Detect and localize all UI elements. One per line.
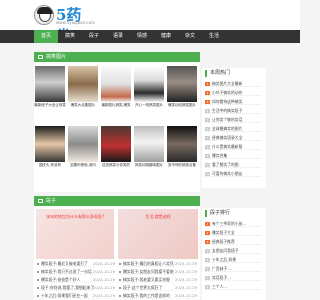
hot-item[interactable]: 8 什么是搞笑最新版 (205, 143, 261, 150)
hot-item[interactable]: 2 小伙子搞笑的动作 (205, 89, 261, 96)
gallery-more-link[interactable]: 更多 (190, 53, 198, 61)
gallery-thumb[interactable] (134, 126, 164, 162)
gallery-caption[interactable]: 如果你是她,请问 (67, 163, 99, 168)
nav-item-life[interactable]: 生活 (202, 30, 226, 43)
gallery-thumb[interactable] (35, 126, 65, 162)
main-nav: 首页 搞笑 段子 语录 情感 健康 杂文 生活 (0, 30, 300, 43)
gallery-thumb[interactable] (35, 66, 65, 102)
rank-item[interactable]: 3 经典段子推荐 (205, 238, 261, 245)
hot-item[interactable]: 10 看了都笑了的图 (205, 161, 261, 168)
jokes-panel: 段子 更多 冰冰的钱包为什么有那么多现金? 生活,就是这样 爆笑段子:最近又被老… (34, 196, 200, 300)
rank-item[interactable]: 6 广西妹子... (205, 265, 261, 272)
gallery-caption[interactable]: 国庆头,有没有 (34, 163, 66, 168)
news-item[interactable]: 搞笑段子:我老婆又要买衣服 2024-10-29 (119, 276, 197, 283)
gallery-thumb[interactable] (134, 66, 164, 102)
news-item[interactable]: 十年之后:如果我们还在一起 2024-10-29 (37, 292, 115, 299)
hot-item[interactable]: 3 如何看待这种搞笑 (205, 98, 261, 105)
hot-item[interactable]: 4 生活中的搞笑段子 (205, 107, 261, 114)
gallery-caption[interactable]: 爆笑动态搞笑图片 (166, 103, 198, 108)
nav-item-quotes[interactable]: 语录 (106, 30, 130, 43)
feature-image-left[interactable]: 冰冰的钱包为什么有那么多现金? (36, 209, 114, 259)
nav-item-jokes[interactable]: 段子 (82, 30, 106, 43)
feature-image-right[interactable]: 生活,就是这样 (118, 209, 198, 259)
rank-item[interactable]: 4 女朋友问我段子 (205, 247, 261, 254)
feature-title: 生活,就是这样 (145, 214, 171, 219)
gallery-title: 搞笑图片 (46, 54, 67, 60)
nav-item-essay[interactable]: 杂文 (178, 30, 202, 43)
rank-item[interactable]: 8 三个人... (205, 283, 261, 290)
logo-subtitle: www.5yaojuan.com (56, 20, 95, 25)
jokes-header: 段子 (34, 196, 200, 206)
news-item[interactable]: 搞笑段子:我的工作是这样的 2024-10-29 (119, 292, 197, 299)
gallery-thumb[interactable] (101, 66, 131, 102)
rank-sidebar: 段子排行 1 有个三爷家的小孩... 2 爆笑段子大全 3 经典段子推荐 4 女朋友问我… (202, 208, 266, 300)
gallery-caption[interactable]: 最新段子大全让你笑 (34, 103, 66, 108)
hot-sidebar: 本周热门 1 搞笑图片大全最新 2 小伙子搞笑的动作 3 如何看待这种搞笑 4 生活中的… (202, 68, 266, 188)
gallery-thumb[interactable] (68, 126, 98, 162)
news-item[interactable]: 爆笑段子:最近又被老婆打了 2024-10-29 (37, 260, 115, 267)
image-icon (38, 55, 43, 59)
jokes-more-link[interactable]: 更多 (190, 197, 198, 205)
jokes-title: 段子 (46, 198, 57, 204)
gallery-caption[interactable]: 最新图片搞笑,爆笑 (100, 103, 132, 108)
hot-item[interactable]: 11 可爱的搞笑小朋友 (205, 170, 261, 177)
news-item[interactable]: 爆笑段子:爸爸是个好人 2024-10-29 (37, 276, 115, 283)
news-item[interactable]: 段子:你别说,我懂了,我想起来了 2024-10-29 (37, 284, 115, 291)
rank-title: 段子排行 (205, 210, 230, 217)
site-logo[interactable]: 5药卷 www.5yaojuan.com (34, 5, 96, 45)
header: 5药卷 www.5yaojuan.com (0, 0, 300, 45)
nav-item-funny[interactable]: 搞笑 (58, 30, 82, 43)
hot-item[interactable]: 9 爆笑合集 (205, 152, 261, 159)
gallery-thumb[interactable] (167, 126, 197, 162)
news-item[interactable]: 爆笑段子:女朋友问我爱不爱她 2024-10-29 (119, 268, 197, 275)
news-item[interactable]: 搞笑段子:最后的真相让人笑死 2024-10-29 (119, 260, 197, 267)
gallery-caption[interactable]: 笑不停的搞笑合集 (166, 163, 198, 168)
hot-item[interactable]: 6 全球最搞笑的图片 (205, 125, 261, 132)
rank-item[interactable]: 1 有个三爷家的小孩... (205, 220, 261, 227)
news-item[interactable]: 搞笑段子:我只不过说了一句话 2024-10-29 (37, 268, 115, 275)
gallery-thumb[interactable] (68, 66, 98, 102)
gallery-panel: 搞笑图片 更多 最新段子大全让你笑 爆笑大合集图片 最新图片搞笑,爆笑 开心一刻… (34, 52, 200, 192)
gallery-thumb[interactable] (101, 126, 131, 162)
rank-item[interactable]: 5 十年之后,如果 (205, 256, 261, 263)
hot-title: 本周热门 (205, 70, 230, 77)
gallery-caption[interactable]: 开心一刻搞笑图片 (133, 103, 165, 108)
gallery-header: 搞笑图片 (34, 52, 200, 62)
gallery-thumb[interactable] (167, 66, 197, 102)
hot-item[interactable]: 7 经典搞笑语录大全 (205, 134, 261, 141)
nav-item-home[interactable]: 首页 (34, 30, 58, 43)
gallery-caption[interactable]: 爆笑大合集图片 (67, 103, 99, 108)
rank-item[interactable]: 2 爆笑段子大全 (205, 229, 261, 236)
news-item[interactable]: 段子:这个世界太疯狂了 2024-10-29 (119, 284, 197, 291)
feature-title: 冰冰的钱包为什么有那么多现金? (45, 214, 105, 219)
gallery-caption[interactable]: 这张搞笑与你笑的 (100, 163, 132, 168)
logo-avatar-icon (34, 5, 54, 25)
rank-item[interactable]: 7 笑话段子... (205, 274, 261, 281)
gallery-caption[interactable]: 搞笑动物趣味图片 (133, 163, 165, 168)
article-icon (38, 199, 43, 203)
hot-item[interactable]: 1 搞笑图片大全最新 (205, 80, 261, 87)
nav-item-health[interactable]: 健康 (154, 30, 178, 43)
page: 5药卷 www.5yaojuan.com 首页 搞笑 段子 语录 情感 健康 杂… (0, 0, 300, 300)
nav-item-emotion[interactable]: 情感 (130, 30, 154, 43)
hot-item[interactable]: 5 让你笑个够的笑话 (205, 116, 261, 123)
